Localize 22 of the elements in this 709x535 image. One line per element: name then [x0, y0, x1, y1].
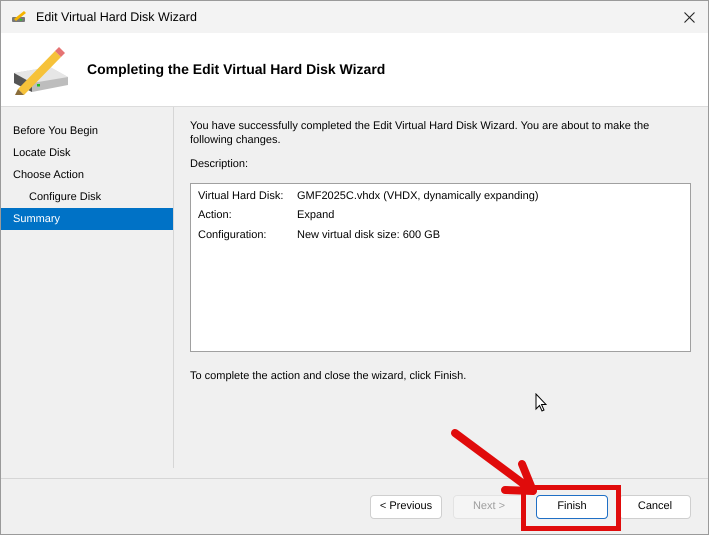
field-label: Configuration: [198, 228, 268, 242]
wizard-button[interactable]: Finish [536, 494, 608, 518]
wizard-step[interactable]: Locate Disk [1, 142, 173, 164]
field-label: Virtual Hard Disk: [198, 188, 284, 204]
window-title: Edit Virtual Hard Disk Wizard [36, 8, 197, 26]
summary-intro: You have successfully completed the Edit Virtual Hard Disk Wizard. You are about to make the following changes. [190, 119, 650, 147]
description-label: Description: [190, 157, 250, 172]
wizard-button[interactable]: Cancel [619, 494, 691, 518]
field-value: GMF2025C.vhdx (VHDX, dynamically expanding) [297, 188, 540, 204]
wizard-button[interactable]: < Previous [370, 494, 442, 518]
wizard-step[interactable]: Configure Disk [1, 186, 173, 208]
close-icon[interactable] [684, 12, 695, 22]
wizard-step[interactable]: Before You Begin [1, 120, 173, 142]
field-label: Action: [198, 208, 233, 223]
field-value: New virtual disk size: 600 GB [297, 228, 442, 242]
wizard-step[interactable]: Summary [1, 208, 173, 230]
wizard-step[interactable]: Choose Action [1, 164, 173, 186]
disk-pencil-icon [11, 10, 27, 24]
cursor-icon [535, 393, 547, 412]
finish-note: To complete the action and close the wizard, click Finish. [190, 368, 468, 384]
header-title: Completing the Edit Virtual Hard Disk Wizard [87, 60, 386, 79]
field-value: Expand [297, 208, 336, 223]
